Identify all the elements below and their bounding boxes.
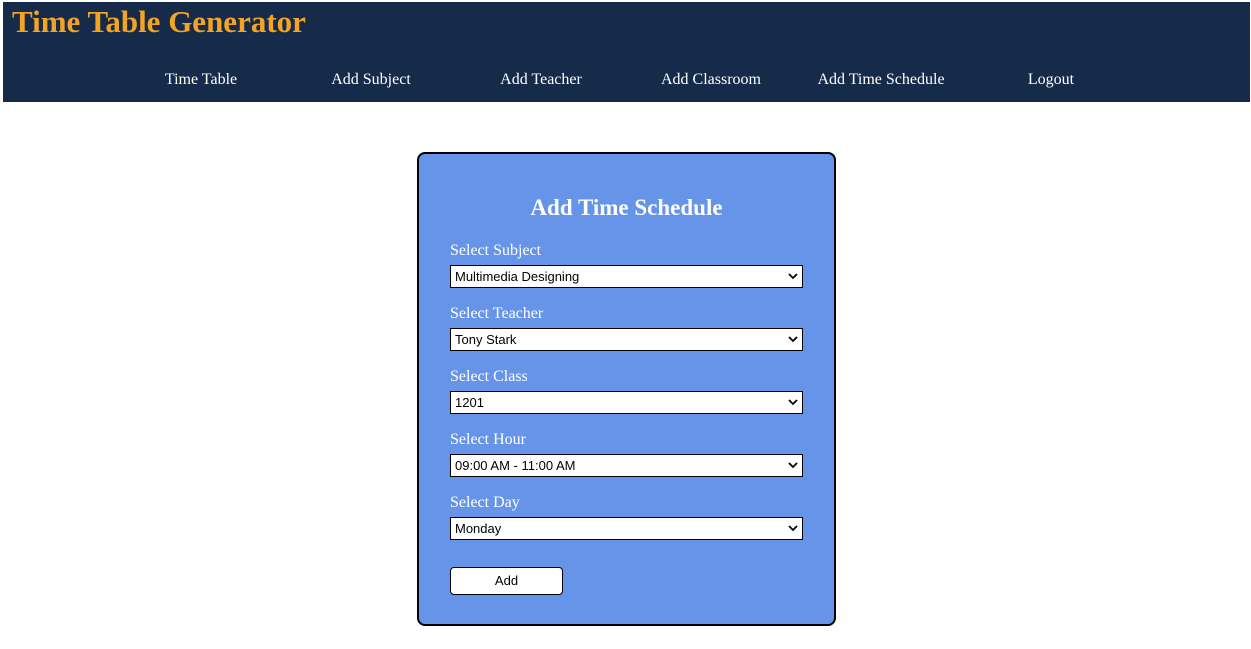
nav-add-subject[interactable]: Add Subject	[286, 70, 456, 90]
chevron-down-icon	[788, 399, 798, 406]
day-select-value: Monday	[455, 521, 502, 536]
form-title: Add Time Schedule	[530, 195, 723, 220]
nav-time-table[interactable]: Time Table	[116, 70, 286, 90]
chevron-down-icon	[788, 525, 798, 532]
chevron-down-icon	[788, 462, 798, 469]
hour-label: Select Hour	[450, 431, 526, 448]
main-nav: Time Table Add Subject Add Teacher Add C…	[3, 70, 1250, 94]
add-time-schedule-form: Add Time Schedule Select Subject Multime…	[417, 152, 836, 626]
teacher-label: Select Teacher	[450, 305, 544, 322]
chevron-down-icon	[788, 273, 798, 280]
class-select-value: 1201	[455, 395, 484, 410]
hour-select-value: 09:00 AM - 11:00 AM	[455, 458, 576, 473]
add-button[interactable]: Add	[450, 567, 563, 595]
top-header: Time Table Generator Time Table Add Subj…	[3, 2, 1250, 102]
subject-select[interactable]: Multimedia Designing	[450, 265, 803, 288]
teacher-select-value: Tony Stark	[455, 332, 517, 347]
subject-label: Select Subject	[450, 242, 542, 259]
subject-select-value: Multimedia Designing	[455, 269, 580, 284]
app-title: Time Table Generator	[12, 4, 306, 39]
nav-add-time-schedule[interactable]: Add Time Schedule	[796, 70, 966, 90]
class-select[interactable]: 1201	[450, 391, 803, 414]
nav-add-classroom[interactable]: Add Classroom	[626, 70, 796, 90]
chevron-down-icon	[788, 336, 798, 343]
day-select[interactable]: Monday	[450, 517, 803, 540]
day-label: Select Day	[450, 494, 520, 511]
hour-select[interactable]: 09:00 AM - 11:00 AM	[450, 454, 803, 477]
class-label: Select Class	[450, 368, 528, 385]
teacher-select[interactable]: Tony Stark	[450, 328, 803, 351]
nav-logout[interactable]: Logout	[966, 70, 1136, 90]
nav-add-teacher[interactable]: Add Teacher	[456, 70, 626, 90]
